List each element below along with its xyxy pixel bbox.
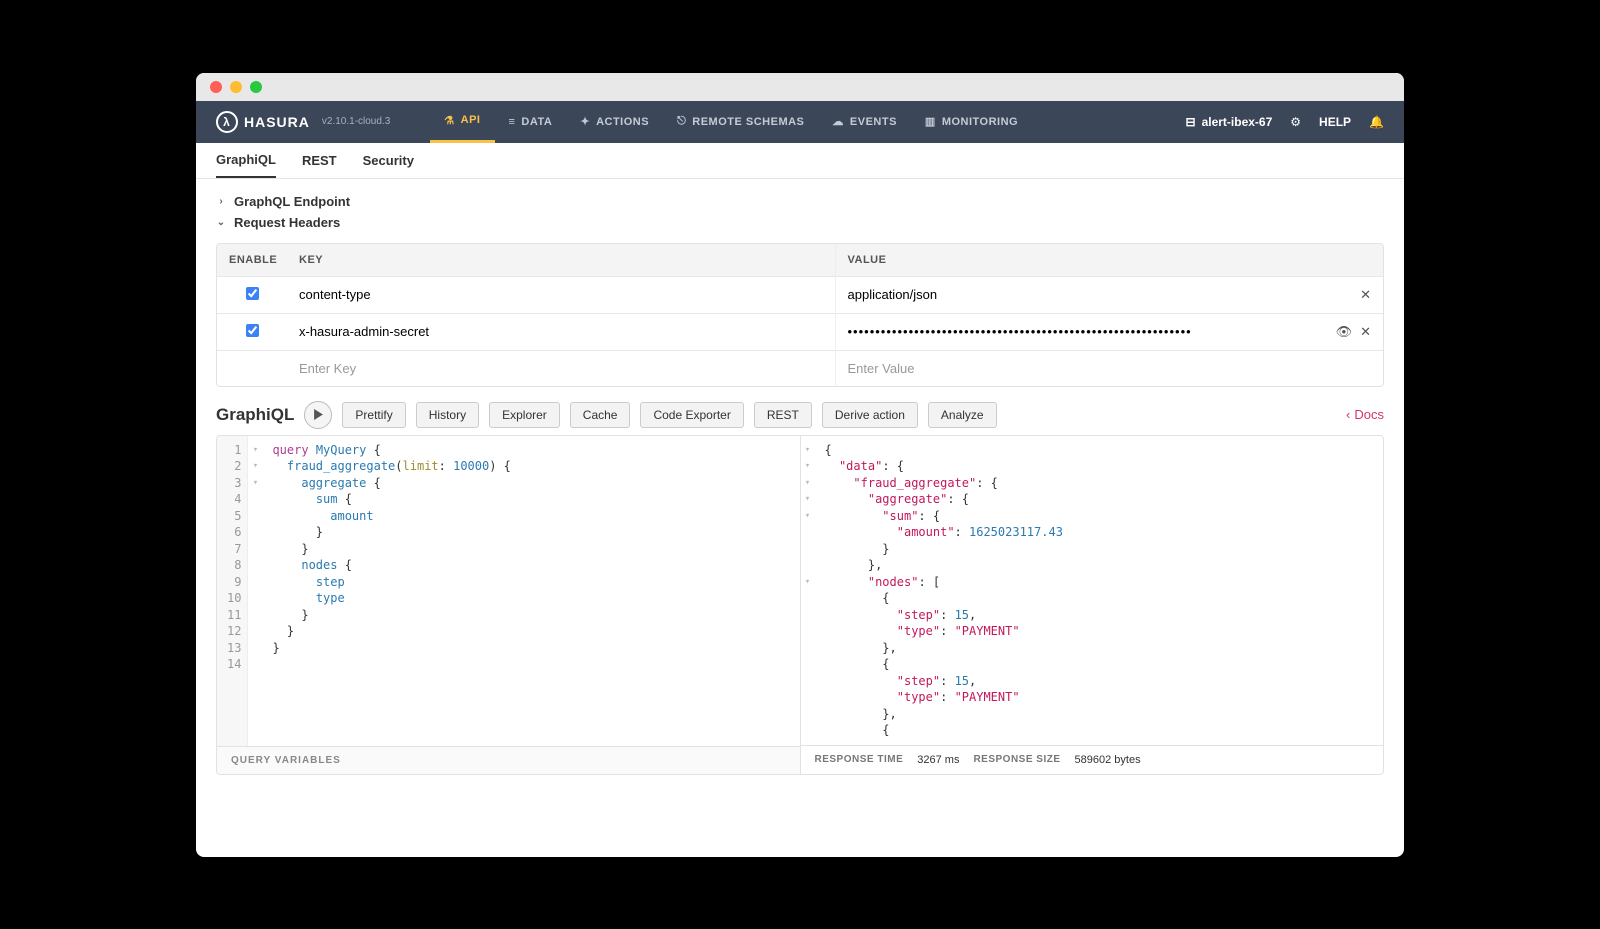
query-editor[interactable]: 1234567891011121314 ▾▾▾ query MyQuery { … (217, 436, 800, 746)
query-source[interactable]: query MyQuery { fraud_aggregate(limit: 1… (262, 436, 520, 746)
response-time-value: 3267 ms (917, 754, 959, 766)
bolt-icon: ✦ (580, 115, 590, 128)
result-viewer[interactable]: ▾▾▾▾▾▾ { "data": { "fraud_aggregate": { … (801, 436, 1384, 745)
rest-button[interactable]: REST (754, 402, 812, 428)
version-label: v2.10.1-cloud.3 (322, 116, 390, 127)
fold-gutter: ▾▾▾▾▾▾ (801, 436, 815, 745)
response-size-value: 589602 bytes (1075, 754, 1141, 766)
gear-icon[interactable]: ⚙ (1290, 115, 1301, 129)
explorer-button[interactable]: Explorer (489, 402, 560, 428)
header-enable-checkbox[interactable] (246, 324, 259, 337)
header-row: x-hasura-admin-secret ••••••••••••••••••… (217, 314, 1383, 351)
response-size-label: RESPONSE SIZE (973, 754, 1060, 765)
subtabs: GraphiQL REST Security (196, 143, 1404, 179)
header-add-row (217, 351, 1383, 386)
response-time-label: RESPONSE TIME (815, 754, 904, 765)
topbar-right: ⊟alert-ibex-67 ⚙ HELP 🔔 (1186, 115, 1385, 129)
nav-remote-schemas[interactable]: ⎋REMOTE SCHEMAS (663, 101, 818, 143)
brand-logo: λ HASURA v2.10.1-cloud.3 (216, 111, 390, 133)
result-source: { "data": { "fraud_aggregate": { "aggreg… (815, 436, 1073, 745)
tab-rest[interactable]: REST (302, 143, 337, 178)
nav-api[interactable]: ⚗API (430, 101, 494, 143)
remove-icon[interactable]: ✕ (1360, 287, 1371, 303)
chevron-down-icon: ⌄ (216, 217, 226, 228)
nav-data[interactable]: ≡DATA (495, 101, 567, 143)
section-endpoint[interactable]: ›GraphQL Endpoint (216, 191, 1384, 212)
line-gutter: 1234567891011121314 (217, 436, 248, 746)
docs-link[interactable]: ‹Docs (1346, 407, 1384, 422)
sections: ›GraphQL Endpoint ⌄Request Headers (196, 179, 1404, 237)
header-row: content-type application/json ✕ (217, 277, 1383, 314)
section-headers[interactable]: ⌄Request Headers (216, 212, 1384, 233)
brand-name: HASURA (244, 114, 310, 130)
graphiql-title: GraphiQL (216, 405, 294, 425)
header-key[interactable]: x-hasura-admin-secret (287, 314, 836, 349)
response-status: RESPONSE TIME 3267 ms RESPONSE SIZE 5896… (801, 745, 1384, 774)
graphiql-toolbar: GraphiQL Prettify History Explorer Cache… (216, 401, 1384, 429)
fold-gutter: ▾▾▾ (248, 436, 262, 746)
eye-icon[interactable]: 👁 (1336, 324, 1353, 340)
close-icon[interactable] (210, 81, 222, 93)
flask-icon: ⚗ (444, 114, 454, 127)
query-pane: 1234567891011121314 ▾▾▾ query MyQuery { … (217, 436, 801, 774)
col-key: KEY (287, 244, 836, 276)
cloud-icon: ☁ (832, 115, 844, 128)
server-icon: ⊟ (1186, 115, 1196, 129)
derive-action-button[interactable]: Derive action (822, 402, 918, 428)
header-key-input[interactable] (299, 361, 823, 376)
main-nav: ⚗API ≡DATA ✦ACTIONS ⎋REMOTE SCHEMAS ☁EVE… (430, 101, 1032, 143)
execute-button[interactable] (304, 401, 332, 429)
header-value[interactable]: ••••••••••••••••••••••••••••••••••••••••… (848, 324, 1192, 339)
nav-actions[interactable]: ✦ACTIONS (566, 101, 663, 143)
app-window: λ HASURA v2.10.1-cloud.3 ⚗API ≡DATA ✦ACT… (196, 73, 1404, 857)
code-exporter-button[interactable]: Code Exporter (640, 402, 743, 428)
history-button[interactable]: History (416, 402, 479, 428)
link-icon: ⎋ (677, 115, 686, 128)
headers-header-row: ENABLE KEY VALUE (217, 244, 1383, 277)
maximize-icon[interactable] (250, 81, 262, 93)
tab-security[interactable]: Security (363, 143, 414, 178)
analyze-button[interactable]: Analyze (928, 402, 997, 428)
chart-icon: ▥ (925, 115, 936, 128)
hasura-icon: λ (216, 111, 238, 133)
help-link[interactable]: HELP (1319, 115, 1351, 129)
result-pane: ▾▾▾▾▾▾ { "data": { "fraud_aggregate": { … (801, 436, 1384, 774)
headers-table: ENABLE KEY VALUE content-type applicatio… (216, 243, 1384, 387)
remove-icon[interactable]: ✕ (1360, 324, 1371, 340)
chevron-left-icon: ‹ (1346, 407, 1350, 422)
database-icon: ≡ (509, 116, 516, 128)
header-enable-checkbox[interactable] (246, 287, 259, 300)
nav-events[interactable]: ☁EVENTS (818, 101, 911, 143)
header-value[interactable]: application/json (848, 287, 938, 302)
tab-graphiql[interactable]: GraphiQL (216, 143, 276, 178)
query-variables-toggle[interactable]: QUERY VARIABLES (217, 746, 800, 774)
prettify-button[interactable]: Prettify (342, 402, 405, 428)
topbar: λ HASURA v2.10.1-cloud.3 ⚗API ≡DATA ✦ACT… (196, 101, 1404, 143)
nav-monitoring[interactable]: ▥MONITORING (911, 101, 1032, 143)
graphiql-editors: 1234567891011121314 ▾▾▾ query MyQuery { … (216, 435, 1384, 775)
col-value: VALUE (836, 244, 1384, 276)
minimize-icon[interactable] (230, 81, 242, 93)
header-key[interactable]: content-type (287, 277, 836, 312)
chevron-right-icon: › (216, 196, 226, 207)
header-value-input[interactable] (848, 361, 1372, 376)
col-enable: ENABLE (217, 244, 287, 276)
cache-button[interactable]: Cache (570, 402, 631, 428)
window-titlebar (196, 73, 1404, 101)
bell-icon[interactable]: 🔔 (1369, 115, 1384, 129)
project-selector[interactable]: ⊟alert-ibex-67 (1186, 115, 1273, 129)
